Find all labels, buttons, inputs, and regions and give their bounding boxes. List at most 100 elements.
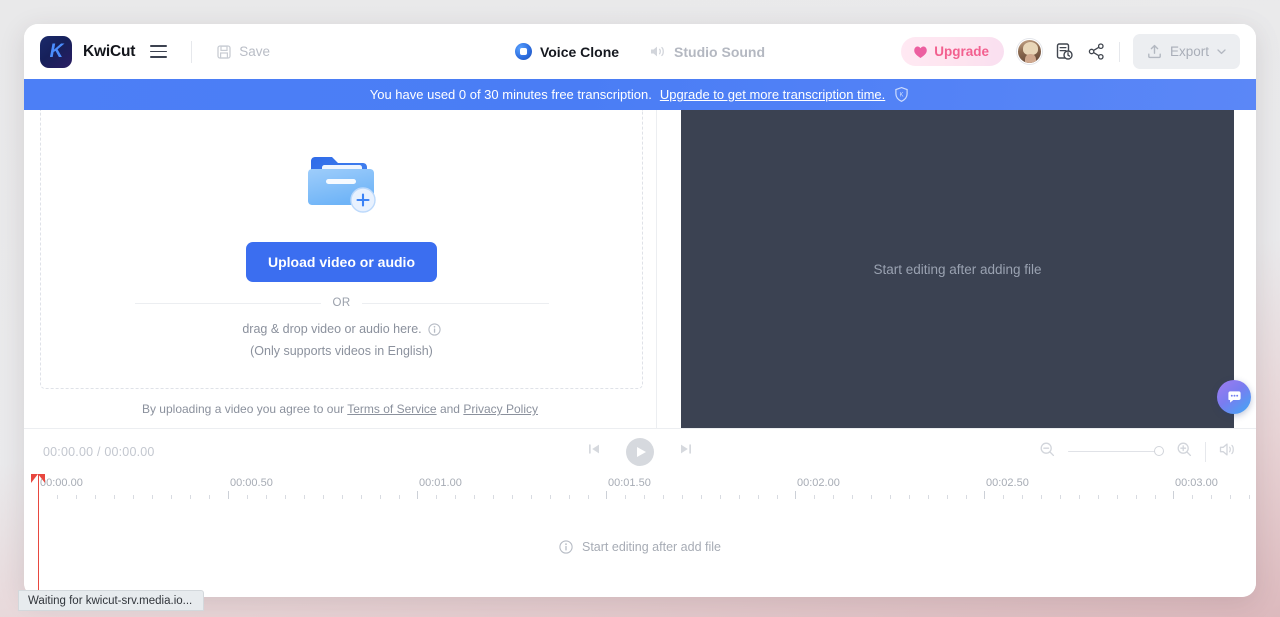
ruler-tick-minor [114, 495, 115, 499]
playhead-handle[interactable] [31, 474, 45, 483]
heart-icon [913, 45, 928, 59]
ruler-tick-major [1173, 491, 1174, 499]
export-button[interactable]: Export [1133, 34, 1240, 69]
ruler-tick-minor [1136, 495, 1137, 499]
drag-drop-hint: drag & drop video or audio here. [242, 322, 440, 336]
zoom-slider-handle[interactable] [1154, 446, 1164, 456]
privacy-policy-link[interactable]: Privacy Policy [463, 402, 538, 416]
timeline-panel[interactable]: 00:00.0000:00.5000:01.0000:01.5000:02.00… [24, 474, 1256, 597]
speaker-icon [649, 44, 666, 59]
ruler-tick-minor [909, 495, 910, 499]
upload-pane: Upload video or audio OR drag & drop vid… [24, 110, 656, 428]
timeline-playhead[interactable] [38, 474, 39, 597]
ruler-label: 00:01.00 [419, 477, 462, 489]
svg-text:K: K [900, 92, 904, 98]
current-time: 00:00.00 [43, 445, 93, 459]
ruler-label: 00:02.50 [986, 477, 1029, 489]
ruler-label: 00:00.50 [230, 477, 273, 489]
ruler-tick-minor [361, 495, 362, 499]
ruler-tick-minor [1022, 495, 1023, 499]
ruler-tick-minor [57, 495, 58, 499]
app-header: K KwiCut Save Voice Clone [24, 24, 1256, 79]
kwicut-logo-icon: K [40, 36, 72, 68]
ruler-tick-minor [474, 495, 475, 499]
supported-language-note: (Only supports videos in English) [250, 344, 433, 358]
tab-studio-sound[interactable]: Studio Sound [649, 44, 765, 60]
ruler-tick-minor [399, 495, 400, 499]
ruler-tick-minor [1117, 495, 1118, 499]
banner-upgrade-link[interactable]: Upgrade to get more transcription time. [660, 87, 885, 102]
play-icon [637, 447, 646, 457]
timeline-zoom-slider[interactable] [1068, 445, 1164, 459]
upload-dropzone[interactable]: Upload video or audio OR drag & drop vid… [40, 110, 643, 389]
preview-placeholder-text: Start editing after adding file [873, 262, 1041, 277]
ruler-tick-minor [550, 495, 551, 499]
upload-video-or-audio-button[interactable]: Upload video or audio [246, 242, 437, 282]
header-right-divider [1119, 42, 1120, 62]
header-divider [191, 41, 192, 63]
ruler-tick-minor [285, 495, 286, 499]
hamburger-icon[interactable] [150, 45, 167, 58]
save-icon [216, 44, 232, 60]
upload-icon [1146, 43, 1163, 60]
ruler-tick-minor [436, 495, 437, 499]
total-time: 00:00.00 [104, 445, 154, 459]
ruler-tick-minor [1041, 495, 1042, 499]
ruler-tick-minor [455, 495, 456, 499]
ruler-tick-major [417, 491, 418, 499]
ruler-tick-minor [133, 495, 134, 499]
upgrade-label: Upgrade [934, 44, 989, 59]
ruler-tick-minor [701, 495, 702, 499]
ruler-label: 00:00.00 [40, 477, 83, 489]
terms-prefix: By uploading a video you agree to our [142, 402, 344, 416]
ruler-tick-minor [1211, 495, 1212, 499]
tab-voice-clone[interactable]: Voice Clone [515, 43, 619, 60]
ruler-tick-minor [777, 495, 778, 499]
skip-next-icon[interactable] [678, 441, 694, 462]
save-label: Save [239, 44, 270, 59]
or-line-left [135, 303, 322, 304]
ruler-tick-minor [947, 495, 948, 499]
volume-icon[interactable] [1218, 441, 1237, 463]
document-history-icon[interactable] [1055, 42, 1074, 61]
share-icon[interactable] [1087, 42, 1106, 61]
studio-sound-label: Studio Sound [674, 44, 765, 60]
ruler-tick-minor [758, 495, 759, 499]
save-button[interactable]: Save [216, 44, 270, 60]
status-bar-text: Waiting for kwicut-srv.media.io... [28, 595, 192, 607]
ruler-tick-minor [342, 495, 343, 499]
ruler-tick-minor [190, 495, 191, 499]
info-icon[interactable] [428, 323, 441, 336]
zoom-slider-track [1068, 451, 1164, 453]
user-avatar[interactable] [1017, 39, 1042, 64]
terms-of-service-link[interactable]: Terms of Service [347, 402, 436, 416]
timeline-ruler[interactable]: 00:00.0000:00.5000:01.0000:01.5000:02.00… [24, 474, 1256, 502]
ruler-tick-minor [928, 495, 929, 499]
ruler-tick-major [228, 491, 229, 499]
ruler-tick-major [984, 491, 985, 499]
skip-previous-icon[interactable] [586, 441, 602, 462]
player-control-bar: 00:00.00 / 00:00.00 [24, 428, 1256, 474]
ruler-tick-minor [1060, 495, 1061, 499]
folder-plus-icon [302, 147, 382, 226]
or-label: OR [332, 297, 350, 309]
zoom-out-icon[interactable] [1039, 441, 1056, 463]
transcription-quota-banner: You have used 0 of 30 minutes free trans… [24, 79, 1256, 110]
ruler-tick-minor [304, 495, 305, 499]
zoom-in-icon[interactable] [1176, 441, 1193, 463]
ruler-tick-minor [266, 495, 267, 499]
ruler-label: 00:02.00 [797, 477, 840, 489]
chat-bubble-icon[interactable] [1217, 380, 1251, 414]
ruler-tick-minor [852, 495, 853, 499]
shield-k-icon[interactable]: K [893, 86, 910, 103]
play-button[interactable] [626, 438, 654, 466]
app-brand-name: KwiCut [83, 43, 135, 61]
or-separator: OR [135, 297, 549, 309]
ruler-label: 00:03.00 [1175, 477, 1218, 489]
ruler-tick-minor [209, 495, 210, 499]
ruler-tick-minor [682, 495, 683, 499]
upgrade-button[interactable]: Upgrade [901, 37, 1004, 66]
ruler-tick-minor [625, 495, 626, 499]
header-left-group: K KwiCut Save [24, 36, 270, 68]
ruler-tick-minor [833, 495, 834, 499]
